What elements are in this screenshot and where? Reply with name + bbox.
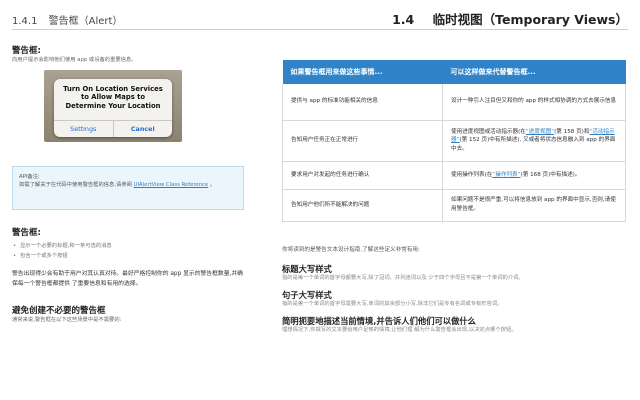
table-cell-text: 使用操作列表(在 xyxy=(451,171,493,178)
cross-reference-link[interactable]: “进度视图” xyxy=(526,129,554,135)
right-section-number: 1.4 xyxy=(392,12,415,27)
features-block: 警告框: 显示一个必要的标题,和一条可选的消息 包含一个或多个按钮 警告出现得少… xyxy=(12,226,244,324)
definition-heading: 简明扼要地描述当前情境,并告诉人们他们可以做什么 xyxy=(282,315,476,326)
guidance-paragraph: 警告出现得少会有助于用户对其认真对待。最好严格控制你的 app 显示的警告框数量… xyxy=(12,271,243,287)
definition-section: 标题大写样式 指的是每一个单词的首字母都要大写,除了冠词、并列连词以及 少于四个… xyxy=(282,264,626,283)
api-note-body: 如需了解关于在代码中使用警告框的信息,请参阅 xyxy=(19,182,132,189)
table-header-alternative: 可以这样做来代替警告框... xyxy=(442,60,626,84)
table-cell-alternative: 使用操作列表(在“操作列表”(第 168 页)中有描述)。 xyxy=(442,161,626,190)
features-heading: 警告框: xyxy=(12,228,41,238)
settings-button[interactable]: Settings xyxy=(54,121,113,137)
table-cell-alternative: 如果问题不是很严重,可以将信息放到 app 的界面中显示,否则,请使用警告框。 xyxy=(442,189,626,222)
header-divider xyxy=(12,29,628,30)
table-cell-situation: 告知用户他们所不能解决的问题 xyxy=(282,189,443,222)
list-item: 显示一个必要的标题,和一条可选的消息 xyxy=(12,241,244,251)
cancel-button[interactable]: Cancel xyxy=(112,121,173,137)
alert-button-row: Settings Cancel xyxy=(54,120,172,137)
table-cell-text: 设计一种引人注目但又和你的 app 的样式相协调的方式去展示信息 xyxy=(451,98,617,105)
list-item: 包含一个或多个按钮 xyxy=(12,251,244,261)
right-page-header: 1.4 临时视图（Temporary Views） xyxy=(392,9,628,28)
right-section-title: 临时视图（Temporary Views） xyxy=(432,12,628,27)
table-cell-text: 使用进度视图或活动指示器(在 xyxy=(451,128,526,135)
definition-text: 指的是第一个单词的首字母需要大写,单词的其余部分小写,除非它们是专有名词或专有形… xyxy=(282,301,503,308)
table-cell-alternative: 设计一种引人注目但又和你的 app 的样式相协调的方式去展示信息 xyxy=(442,84,626,121)
definition-heading: 标题大写样式 xyxy=(282,264,332,274)
alert-title: Turn On Location Services to Allow Maps … xyxy=(63,85,163,110)
api-note-suffix: 。 xyxy=(209,182,216,189)
table-cell-situation: 告知用户任务正在正常进行 xyxy=(282,120,443,162)
left-section-title: 警告框（Alert） xyxy=(48,16,123,27)
table-cell-text: (第 168 页)中有描述)。 xyxy=(520,171,581,178)
avoid-heading: 避免创建不必要的警告框 xyxy=(12,305,106,316)
avoid-text: 通常来说,警告框在以下这些场景中是不需要的: xyxy=(12,316,122,323)
table-row: 要求用户对发起的任务进行确认 使用操作列表(在“操作列表”(第 168 页)中有… xyxy=(282,161,626,190)
right-column: 如果警告框用来做这些事情... 可以这样做来代替警告框... 提供与 app 的… xyxy=(282,60,626,334)
table-header-situation: 如果警告框用来做这些事情... xyxy=(282,60,443,84)
definition-text: 理想情况下,你撰写的文本要给用户足够的情境,让他们理 解为什么警告框会出现,以决… xyxy=(282,327,517,334)
left-section-number: 1.4.1 xyxy=(12,16,38,27)
definition-heading: 句子大写样式 xyxy=(282,289,332,300)
api-note-label: API备注: xyxy=(19,174,40,180)
alert-screenshot: Turn On Location Services to Allow Maps … xyxy=(44,70,182,142)
table-header-row: 如果警告框用来做这些事情... 可以这样做来代替警告框... xyxy=(282,60,626,84)
intro-heading: 警告框: xyxy=(12,46,41,56)
api-note-text: 如需了解关于在代码中使用警告框的信息,请参阅 UIAlertView Class… xyxy=(19,181,237,189)
table-cell-text: 如果问题不是很严重,可以将信息放到 app 的界面中显示,否则,请使用警告框。 xyxy=(451,197,616,212)
api-note-box: API备注: 如需了解关于在代码中使用警告框的信息,请参阅 UIAlertVie… xyxy=(12,166,244,210)
definition-text: 指的是每一个单词的首字母都要大写,除了冠词、并列连词以及 少于四个字母且不是第一… xyxy=(282,275,524,282)
table-cell-text: (第 152 页)中有所描述), 又或者将状态信息融入到 app 的界面中去。 xyxy=(451,137,616,152)
definition-section: 句子大写样式 指的是第一个单词的首字母需要大写,单词的其余部分小写,除非它们是专… xyxy=(282,290,626,309)
table-cell-text: (第 158 页)和 xyxy=(554,128,590,135)
features-list: 显示一个必要的标题,和一条可选的消息 包含一个或多个按钮 xyxy=(12,241,244,261)
definitions-intro: 你将读到的是警告文本设计指南,了解这些定义非常有用: xyxy=(282,246,420,253)
table-row: 告知用户任务正在正常进行 使用进度视图或活动指示器(在“进度视图”(第 158 … xyxy=(282,120,626,162)
table-row: 告知用户他们所不能解决的问题 如果问题不是很严重,可以将信息放到 app 的界面… xyxy=(282,189,626,222)
alternatives-table: 如果警告框用来做这些事情... 可以这样做来代替警告框... 提供与 app 的… xyxy=(282,60,626,222)
left-page-header: 1.4.1 警告框（Alert） xyxy=(12,12,122,27)
api-reference-link[interactable]: UIAlertView Class Reference xyxy=(134,182,209,188)
intro-text: 向用户提示会影响他们使用 app 或设备的重要信息。 xyxy=(12,57,137,63)
definition-section: 简明扼要地描述当前情境,并告诉人们他们可以做什么 理想情况下,你撰写的文本要给用… xyxy=(282,316,626,335)
left-column: 警告框: 向用户提示会影响他们使用 app 或设备的重要信息。 Turn On … xyxy=(12,44,244,323)
table-row: 提供与 app 的标准功能相关的信息 设计一种引人注目但又和你的 app 的样式… xyxy=(282,84,626,121)
table-cell-situation: 要求用户对发起的任务进行确认 xyxy=(282,161,443,190)
table-cell-alternative: 使用进度视图或活动指示器(在“进度视图”(第 158 页)和“活动指示器”(第 … xyxy=(442,120,626,162)
table-cell-situation: 提供与 app 的标准功能相关的信息 xyxy=(282,84,443,121)
alert-dialog: Turn On Location Services to Allow Maps … xyxy=(54,79,172,137)
cross-reference-link[interactable]: “操作列表” xyxy=(492,172,520,178)
